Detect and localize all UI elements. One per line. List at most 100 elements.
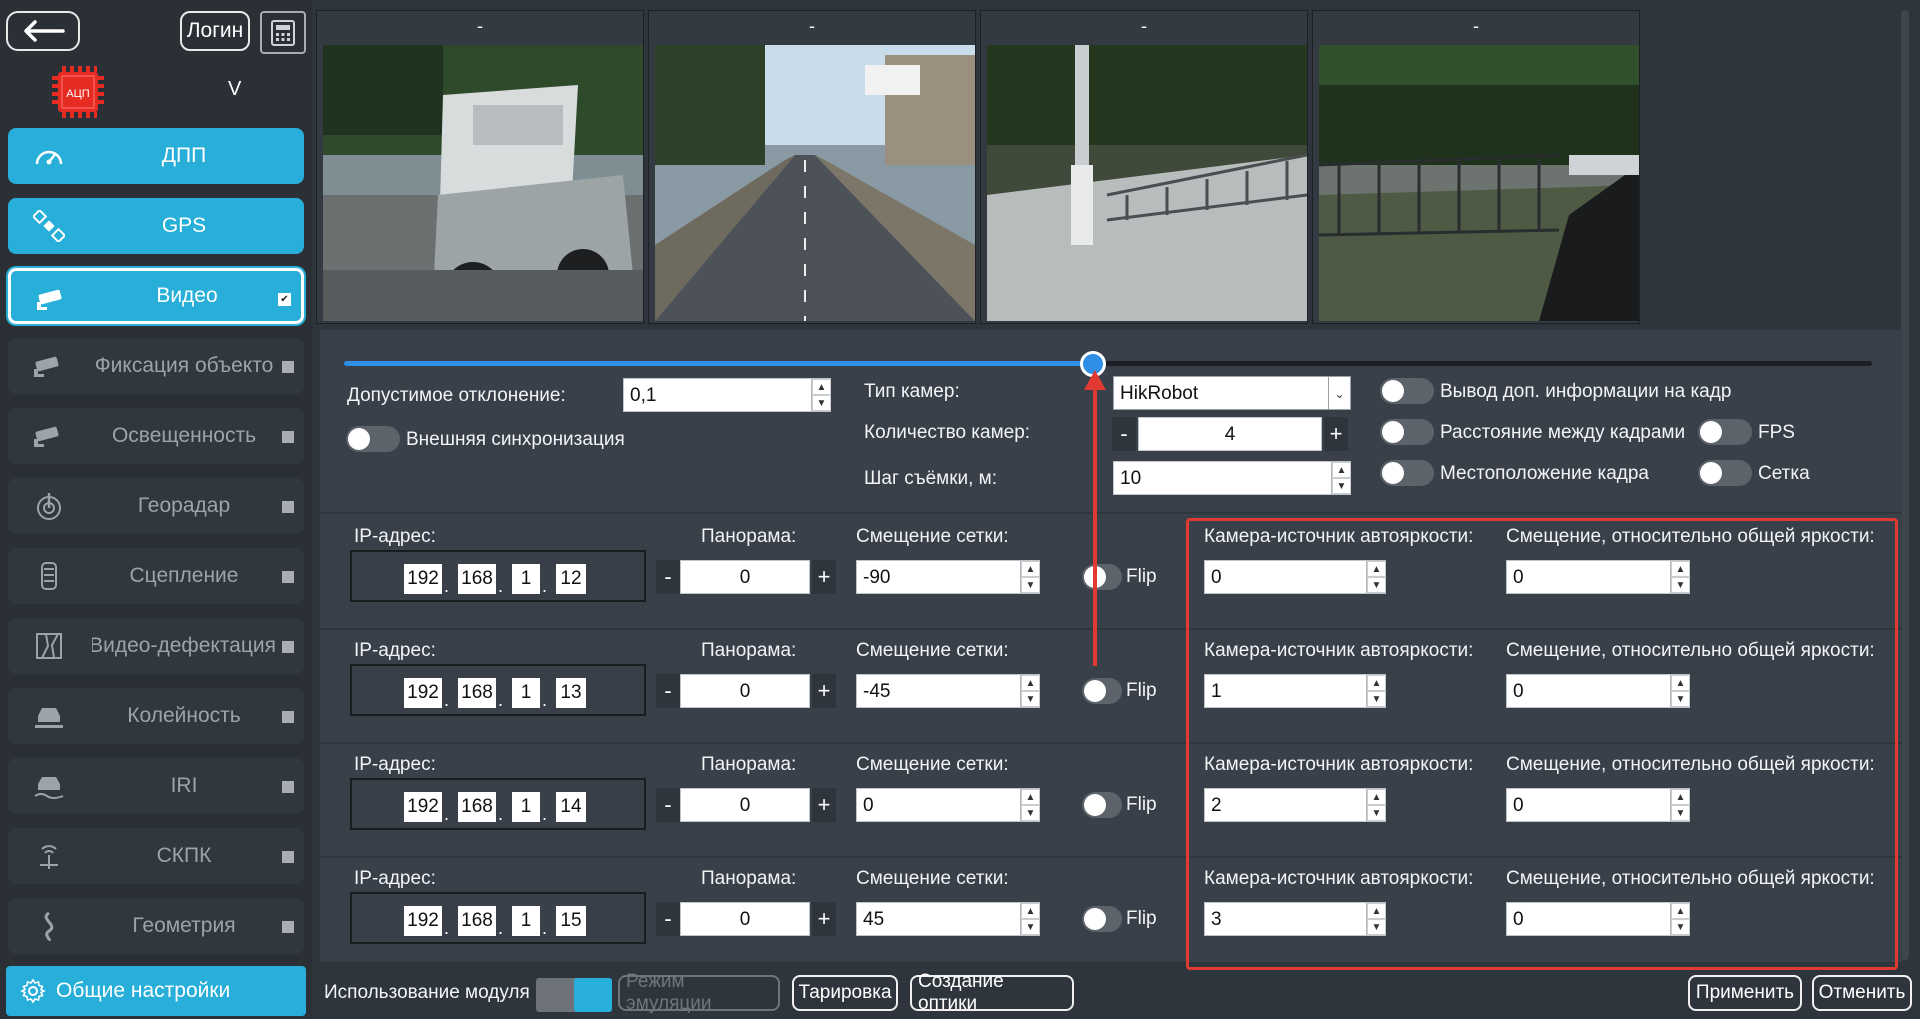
camera-count-increment[interactable]: + bbox=[1324, 417, 1348, 451]
sidebar-item[interactable]: Сцепление bbox=[8, 548, 304, 604]
camera-count-decrement[interactable]: - bbox=[1112, 417, 1136, 451]
module-enabled-checkbox[interactable] bbox=[282, 781, 294, 793]
calculator-button[interactable] bbox=[260, 11, 306, 54]
sidebar-item[interactable]: Геометрия bbox=[8, 898, 304, 954]
brightness-offset-spinner[interactable]: ▲ ▼ bbox=[1670, 675, 1690, 707]
auto-brightness-source-spinner[interactable]: ▲ ▼ bbox=[1366, 675, 1386, 707]
camera-preview-4[interactable]: - bbox=[1312, 10, 1640, 324]
auto-brightness-source-spinner[interactable]: ▲ ▼ bbox=[1366, 903, 1386, 935]
ip-octet[interactable]: 168 bbox=[458, 792, 496, 822]
ip-address-field[interactable]: 192 . 168 . 1 . 15 bbox=[350, 892, 646, 944]
emulation-mode-button[interactable]: Режим эмуляции bbox=[618, 971, 780, 1014]
ip-octet[interactable]: 168 bbox=[458, 678, 496, 708]
ip-address-field[interactable]: 192 . 168 . 1 . 12 bbox=[350, 550, 646, 602]
cancel-button[interactable]: Отменить bbox=[1812, 975, 1912, 1011]
panorama-input[interactable]: 0 bbox=[680, 674, 810, 708]
grid-offset-input[interactable]: -45 bbox=[856, 674, 1040, 708]
fps-toggle[interactable] bbox=[1698, 419, 1752, 445]
module-usage-toggle[interactable] bbox=[536, 978, 612, 1012]
panorama-decrement[interactable]: - bbox=[656, 674, 680, 708]
panorama-input[interactable]: 0 bbox=[680, 560, 810, 594]
panorama-input[interactable]: 0 bbox=[680, 902, 810, 936]
ip-octet[interactable]: 15 bbox=[556, 906, 586, 936]
sidebar-item[interactable]: Фиксация объекто bbox=[8, 338, 304, 394]
apply-button[interactable]: Применить bbox=[1688, 975, 1802, 1011]
flip-toggle[interactable] bbox=[1082, 906, 1122, 932]
sidebar-item[interactable]: GPS bbox=[8, 198, 304, 254]
module-enabled-checkbox[interactable] bbox=[282, 641, 294, 653]
step-input[interactable]: 10 bbox=[1113, 461, 1351, 495]
brightness-offset-input[interactable]: 0 bbox=[1506, 902, 1690, 936]
sidebar-item[interactable]: СКПК bbox=[8, 828, 304, 884]
ip-octet[interactable]: 192 bbox=[404, 564, 442, 594]
camera-type-select[interactable]: HikRobot ⌄ bbox=[1113, 376, 1351, 410]
ip-octet[interactable]: 192 bbox=[404, 792, 442, 822]
frame-position-toggle[interactable] bbox=[1380, 460, 1434, 486]
auto-brightness-source-spinner[interactable]: ▲ ▼ bbox=[1366, 561, 1386, 593]
module-enabled-checkbox[interactable] bbox=[282, 851, 294, 863]
module-enabled-checkbox[interactable] bbox=[282, 431, 294, 443]
flip-toggle[interactable] bbox=[1082, 792, 1122, 818]
flip-toggle[interactable] bbox=[1082, 678, 1122, 704]
panorama-input[interactable]: 0 bbox=[680, 788, 810, 822]
ip-octet[interactable]: 1 bbox=[512, 906, 540, 936]
ip-octet[interactable]: 168 bbox=[458, 906, 496, 936]
brightness-offset-input[interactable]: 0 bbox=[1506, 560, 1690, 594]
camera-preview-3[interactable]: - bbox=[980, 10, 1308, 324]
deviation-input[interactable]: 0,1 bbox=[623, 378, 831, 412]
grid-offset-spinner[interactable]: ▲ ▼ bbox=[1020, 561, 1040, 593]
sidebar-item[interactable]: ДПП bbox=[8, 128, 304, 184]
panorama-decrement[interactable]: - bbox=[656, 788, 680, 822]
create-optics-button[interactable]: Создание оптики bbox=[910, 971, 1074, 1014]
ip-octet[interactable]: 1 bbox=[512, 564, 540, 594]
grid-toggle[interactable] bbox=[1698, 460, 1752, 486]
auto-brightness-source-spinner[interactable]: ▲ ▼ bbox=[1366, 789, 1386, 821]
auto-brightness-source-input[interactable]: 3 bbox=[1204, 902, 1386, 936]
sidebar-item[interactable]: IRI bbox=[8, 758, 304, 814]
back-button[interactable] bbox=[6, 11, 80, 51]
ip-octet[interactable]: 168 bbox=[458, 564, 496, 594]
camera-preview-1[interactable]: - bbox=[316, 10, 644, 324]
general-settings-button[interactable]: Общие настройки bbox=[6, 966, 306, 1016]
ip-octet[interactable]: 192 bbox=[404, 906, 442, 936]
sidebar-item[interactable]: Видео ✔ bbox=[8, 268, 304, 324]
grid-offset-input[interactable]: -90 bbox=[856, 560, 1040, 594]
panorama-increment[interactable]: + bbox=[812, 788, 836, 822]
grid-offset-spinner[interactable]: ▲ ▼ bbox=[1020, 903, 1040, 935]
panorama-increment[interactable]: + bbox=[812, 674, 836, 708]
sidebar-item[interactable]: Видео-дефектация bbox=[8, 618, 304, 674]
sidebar-item[interactable]: Освещенность bbox=[8, 408, 304, 464]
extra-info-toggle[interactable] bbox=[1380, 378, 1434, 404]
camera-preview-2[interactable]: - bbox=[648, 10, 976, 324]
step-spinner[interactable]: ▲ ▼ bbox=[1331, 462, 1351, 494]
ip-octet[interactable]: 1 bbox=[512, 792, 540, 822]
sidebar-item[interactable]: Георадар bbox=[8, 478, 304, 534]
deviation-spinner[interactable]: ▲ ▼ bbox=[811, 379, 831, 411]
panorama-decrement[interactable]: - bbox=[656, 902, 680, 936]
grid-offset-input[interactable]: 0 bbox=[856, 788, 1040, 822]
ip-octet[interactable]: 14 bbox=[556, 792, 586, 822]
login-button[interactable]: Логин bbox=[180, 11, 250, 51]
module-enabled-checkbox[interactable] bbox=[282, 711, 294, 723]
tare-button[interactable]: Тарировка bbox=[792, 975, 898, 1011]
module-enabled-checkbox[interactable] bbox=[282, 501, 294, 513]
grid-offset-spinner[interactable]: ▲ ▼ bbox=[1020, 789, 1040, 821]
auto-brightness-source-input[interactable]: 2 bbox=[1204, 788, 1386, 822]
grid-offset-spinner[interactable]: ▲ ▼ bbox=[1020, 675, 1040, 707]
frame-distance-toggle[interactable] bbox=[1380, 419, 1434, 445]
camera-count-input[interactable]: 4 bbox=[1138, 417, 1322, 451]
sidebar-item[interactable]: Колейность bbox=[8, 688, 304, 744]
brightness-offset-spinner[interactable]: ▲ ▼ bbox=[1670, 903, 1690, 935]
ip-address-field[interactable]: 192 . 168 . 1 . 13 bbox=[350, 664, 646, 716]
brightness-offset-input[interactable]: 0 bbox=[1506, 788, 1690, 822]
module-enabled-checkbox[interactable] bbox=[282, 361, 294, 373]
module-enabled-checkbox[interactable]: ✔ bbox=[278, 293, 291, 306]
auto-brightness-source-input[interactable]: 0 bbox=[1204, 560, 1386, 594]
brightness-offset-spinner[interactable]: ▲ ▼ bbox=[1670, 561, 1690, 593]
external-sync-toggle[interactable] bbox=[346, 426, 400, 452]
panorama-increment[interactable]: + bbox=[812, 902, 836, 936]
ip-octet[interactable]: 1 bbox=[512, 678, 540, 708]
module-enabled-checkbox[interactable] bbox=[282, 921, 294, 933]
ip-address-field[interactable]: 192 . 168 . 1 . 14 bbox=[350, 778, 646, 830]
ip-octet[interactable]: 13 bbox=[556, 678, 586, 708]
